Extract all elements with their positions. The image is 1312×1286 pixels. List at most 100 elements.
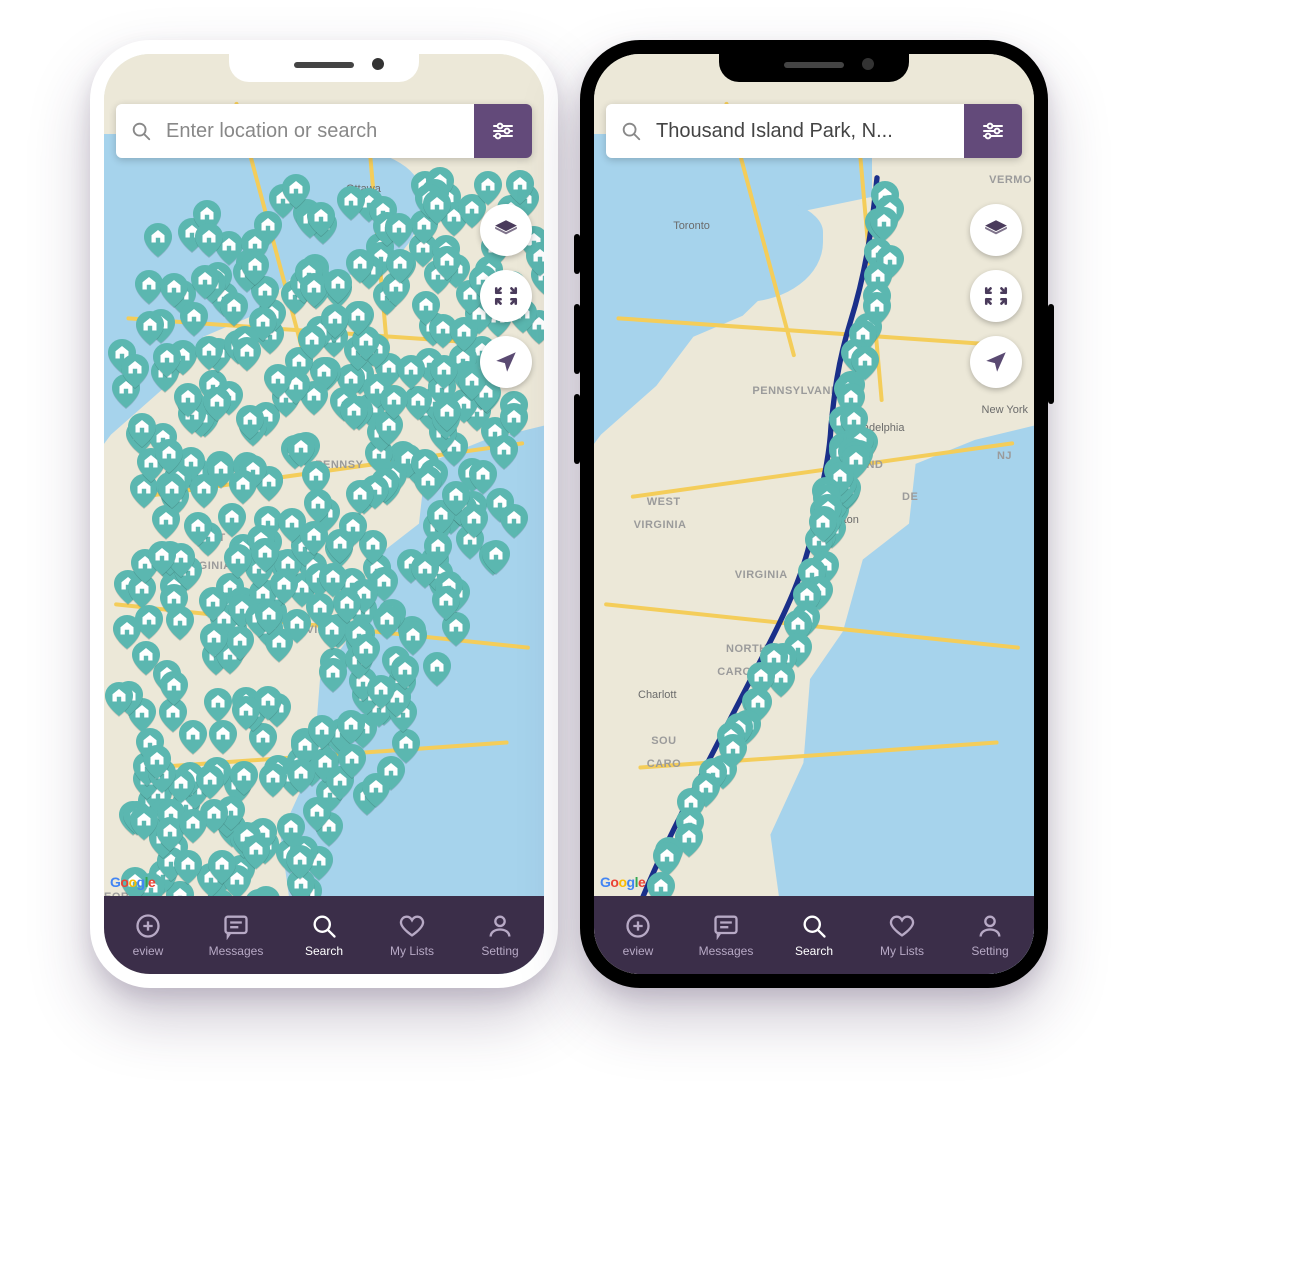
result-pin[interactable] [299, 552, 327, 586]
result-pin[interactable] [210, 604, 238, 638]
result-pin[interactable] [379, 461, 407, 495]
result-pin[interactable] [206, 451, 234, 485]
result-pin[interactable] [213, 803, 241, 837]
result-pin[interactable] [113, 615, 141, 649]
result-pin[interactable] [150, 799, 178, 833]
result-pin[interactable] [876, 245, 904, 279]
result-pin[interactable] [832, 477, 860, 511]
result-pin[interactable] [798, 558, 826, 592]
result-pin[interactable] [218, 503, 246, 537]
result-pin[interactable] [227, 855, 255, 889]
result-pin[interactable] [350, 480, 378, 514]
result-pin[interactable] [148, 541, 176, 575]
result-pin[interactable] [442, 254, 470, 288]
result-pin[interactable] [450, 389, 478, 423]
result-pin[interactable] [841, 339, 869, 373]
result-pin[interactable] [128, 413, 156, 447]
result-pin[interactable] [259, 598, 287, 632]
result-pin[interactable] [152, 505, 180, 539]
result-pin[interactable] [174, 850, 202, 884]
result-pin[interactable] [747, 662, 775, 696]
result-pin[interactable] [375, 411, 403, 445]
result-pin[interactable] [230, 761, 258, 795]
result-pin[interactable] [130, 474, 158, 508]
result-pin[interactable] [263, 693, 291, 727]
result-pin[interactable] [416, 396, 444, 430]
result-pin[interactable] [840, 405, 868, 439]
result-pin[interactable] [326, 529, 354, 563]
result-pin[interactable] [373, 281, 401, 315]
result-pin[interactable] [167, 543, 195, 577]
result-pin[interactable] [144, 779, 172, 813]
result-pin[interactable] [181, 775, 209, 809]
result-pin[interactable] [310, 357, 338, 391]
result-pin[interactable] [229, 534, 257, 568]
result-pin[interactable] [219, 615, 247, 649]
result-pin[interactable] [824, 457, 852, 491]
result-pin[interactable] [876, 195, 904, 229]
result-pin[interactable] [265, 628, 293, 662]
result-pin[interactable] [178, 400, 206, 434]
result-pin[interactable] [247, 525, 275, 559]
result-pin[interactable] [421, 387, 449, 421]
result-pin[interactable] [733, 710, 761, 744]
result-pin[interactable] [224, 770, 252, 804]
result-pin[interactable] [361, 475, 389, 509]
result-pin[interactable] [506, 170, 534, 204]
result-pin[interactable] [131, 549, 159, 583]
result-pin[interactable] [845, 440, 873, 474]
result-pin[interactable] [149, 423, 177, 457]
result-pin[interactable] [357, 393, 385, 427]
result-pin[interactable] [231, 326, 259, 360]
result-pin[interactable] [397, 355, 425, 389]
result-pin[interactable] [233, 822, 261, 856]
result-pin[interactable] [161, 482, 189, 516]
result-pin[interactable] [137, 448, 165, 482]
result-pin[interactable] [805, 576, 833, 610]
result-pin[interactable] [128, 698, 156, 732]
result-pin[interactable] [325, 534, 353, 568]
result-pin[interactable] [197, 863, 225, 897]
result-pin[interactable] [172, 790, 200, 824]
result-pin[interactable] [318, 615, 346, 649]
result-pin[interactable] [179, 720, 207, 754]
result-pin[interactable] [810, 506, 838, 540]
result-pin[interactable] [292, 432, 320, 466]
result-pin[interactable] [302, 461, 330, 495]
result-pin[interactable] [324, 274, 352, 308]
result-pin[interactable] [160, 833, 188, 867]
result-pin[interactable] [837, 383, 865, 417]
result-pin[interactable] [474, 171, 502, 205]
result-pin[interactable] [338, 568, 366, 602]
result-pin[interactable] [319, 563, 347, 597]
result-pin[interactable] [870, 207, 898, 241]
result-pin[interactable] [423, 190, 451, 224]
result-pin[interactable] [270, 570, 298, 604]
result-pin[interactable] [814, 494, 842, 528]
tab-mylists[interactable]: My Lists [368, 912, 456, 958]
result-pin[interactable] [196, 765, 224, 799]
result-pin[interactable] [820, 490, 848, 524]
result-pin[interactable] [179, 809, 207, 843]
result-pin[interactable] [208, 859, 236, 893]
result-pin[interactable] [421, 179, 449, 213]
result-pin[interactable] [254, 686, 282, 720]
result-pin[interactable] [382, 272, 410, 306]
result-pin[interactable] [429, 418, 457, 452]
result-pin[interactable] [254, 506, 282, 540]
result-pin[interactable] [365, 439, 393, 473]
result-pin[interactable] [836, 430, 864, 464]
result-pin[interactable] [300, 273, 328, 307]
result-pin[interactable] [194, 522, 222, 556]
result-pin[interactable] [371, 468, 399, 502]
result-pin[interactable] [149, 824, 177, 858]
result-pin[interactable] [239, 697, 267, 731]
result-pin[interactable] [433, 246, 461, 280]
result-pin[interactable] [344, 301, 372, 335]
collapse-button[interactable] [970, 270, 1022, 322]
result-pin[interactable] [871, 181, 899, 215]
result-pin[interactable] [239, 412, 267, 446]
tab-messages[interactable]: Messages [192, 912, 280, 958]
result-pin[interactable] [174, 556, 202, 590]
result-pin[interactable] [346, 301, 374, 335]
